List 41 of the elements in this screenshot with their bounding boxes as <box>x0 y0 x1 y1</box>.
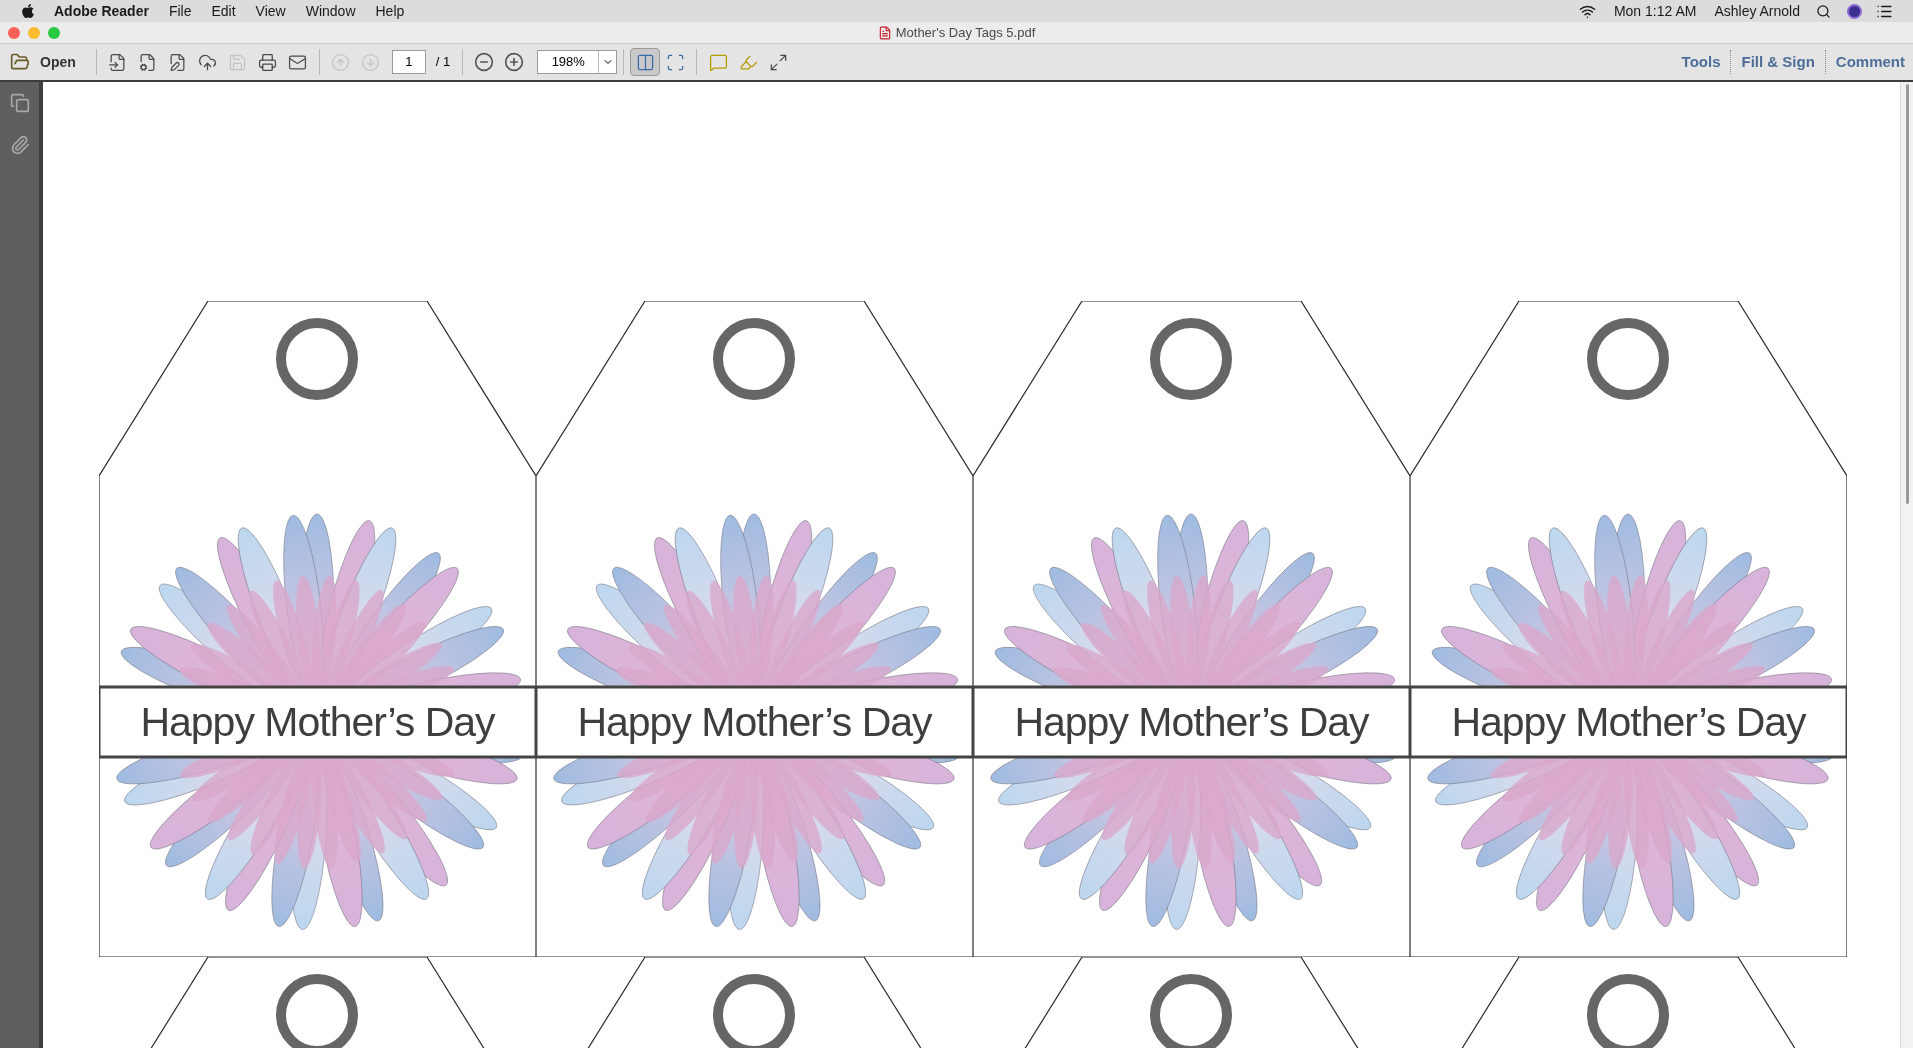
attachments-icon <box>9 135 30 155</box>
tag-text: Happy Mother’s Day <box>1014 701 1369 743</box>
user-name[interactable]: Ashley Arnold <box>1714 0 1800 22</box>
open-button[interactable]: Open <box>8 48 78 76</box>
panel-tab[interactable]: Tools <box>1681 50 1721 74</box>
page-total: / 1 <box>435 53 451 72</box>
siri-icon[interactable] <box>1847 3 1862 19</box>
menu-item[interactable]: Edit <box>211 0 236 22</box>
window-title: Mother's Day Tags 5.pdf <box>895 23 1036 42</box>
scroll-bar[interactable] <box>1900 82 1913 1048</box>
previous-page-icon <box>331 52 351 72</box>
menu-item[interactable]: Window <box>305 0 356 22</box>
clock[interactable]: Mon 1:12 AM <box>1613 0 1697 22</box>
minus-icon <box>474 52 495 72</box>
panel-tab[interactable]: Comment <box>1835 50 1905 74</box>
upload-cloud-icon <box>198 52 218 72</box>
tag-text: Happy Mother’s Day <box>577 701 932 743</box>
close-button[interactable] <box>8 27 20 39</box>
print-icon <box>258 52 278 72</box>
plus-icon <box>504 52 525 72</box>
apple-icon <box>20 3 36 19</box>
zoom-field[interactable]: 198% <box>537 50 618 74</box>
search-icon[interactable] <box>1816 3 1831 19</box>
panel-tab[interactable]: Fill & Sign <box>1741 50 1815 74</box>
fullscreen-icon <box>768 52 788 72</box>
menu-item[interactable]: Help <box>375 0 405 22</box>
folder-icon <box>10 52 30 72</box>
fit-width-icon <box>665 52 685 72</box>
next-page-icon <box>361 52 381 72</box>
pdf-icon <box>877 25 892 40</box>
fit-page-icon <box>635 52 655 72</box>
tag-text: Happy Mother’s Day <box>1451 701 1806 743</box>
comment-icon <box>708 52 728 72</box>
menu-item[interactable]: View <box>255 0 286 22</box>
save-icon <box>228 52 248 72</box>
page-number-field[interactable]: 1 <box>391 50 426 74</box>
menu-item[interactable]: File <box>168 0 192 22</box>
fit-page-button[interactable] <box>630 48 661 76</box>
app-name[interactable]: Adobe Reader <box>54 0 149 22</box>
pages-icon <box>9 93 30 113</box>
tag-text: Happy Mother’s Day <box>140 701 495 743</box>
